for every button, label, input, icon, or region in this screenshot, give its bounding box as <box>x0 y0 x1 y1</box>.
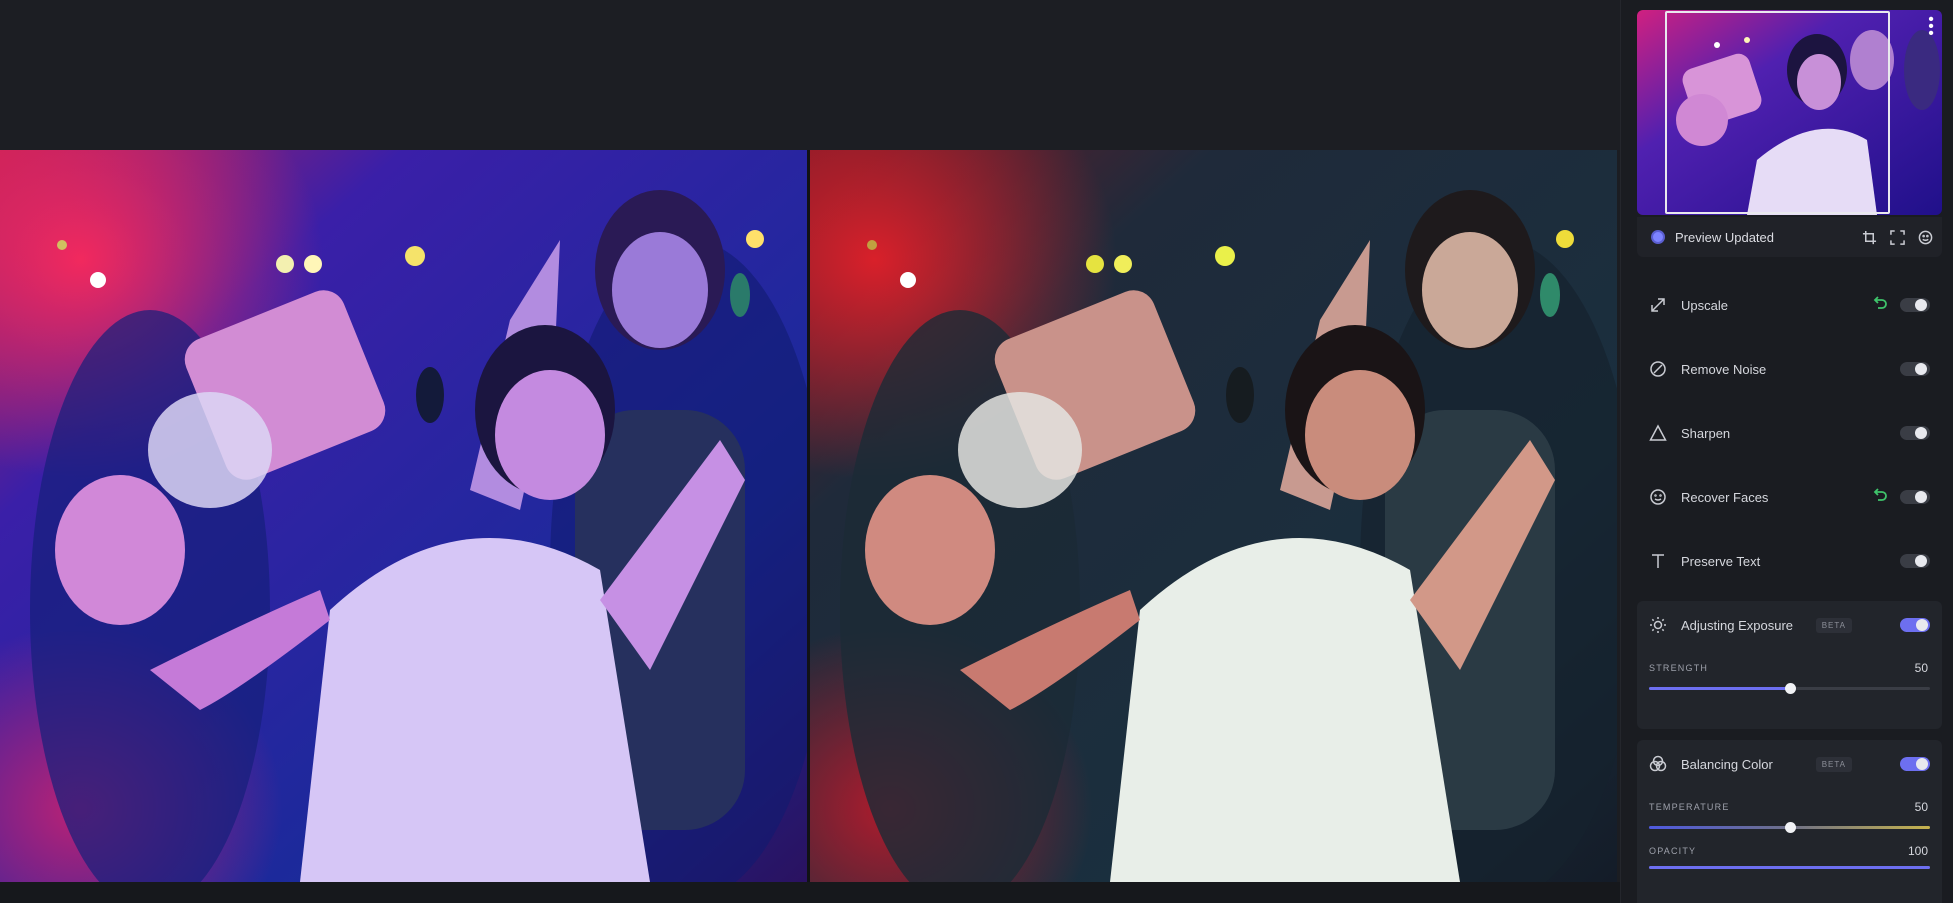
feature-row-recover-faces[interactable]: Recover Faces <box>1637 473 1942 521</box>
toggle-sharpen[interactable] <box>1900 426 1930 440</box>
strength-value: 50 <box>1914 661 1928 675</box>
strength-slider[interactable] <box>1649 683 1930 694</box>
navigator-thumbnail[interactable]: • • • <box>1637 10 1942 215</box>
exposure-beta-badge: BETA <box>1815 617 1852 633</box>
after-photo <box>810 150 1617 882</box>
strength-slider-block: STRENGTH 50 <box>1637 649 1942 705</box>
workspace <box>0 0 1620 903</box>
color-circles-icon <box>1647 753 1669 775</box>
strength-slider-thumb[interactable] <box>1784 683 1796 694</box>
color-header[interactable]: Balancing Color BETA <box>1637 740 1942 788</box>
face-icon <box>1647 486 1669 508</box>
feature-row-preserve-text[interactable]: Preserve Text <box>1637 537 1942 585</box>
color-label: Balancing Color <box>1681 756 1773 772</box>
temperature-slider-block: TEMPERATURE 50 <box>1637 788 1942 844</box>
toggle-upscale[interactable] <box>1900 298 1930 312</box>
reset-recover-faces-icon[interactable] <box>1872 488 1890 506</box>
exposure-label: Adjusting Exposure <box>1681 617 1794 633</box>
more-vertical-icon[interactable]: • • • <box>1926 12 1936 42</box>
preview-status-icon <box>1651 230 1665 244</box>
upscale-arrows-icon <box>1647 294 1669 316</box>
opacity-slider-fill <box>1649 866 1930 869</box>
strength-label: STRENGTH <box>1649 663 1709 673</box>
bottom-status-area <box>0 882 1620 903</box>
exposure-header[interactable]: Adjusting Exposure BETA <box>1637 601 1942 649</box>
temperature-value: 50 <box>1914 800 1928 814</box>
feature-label-recover-faces: Recover Faces <box>1681 489 1769 505</box>
before-image-pane[interactable] <box>0 150 807 882</box>
preview-status-bar: Preview Updated <box>1637 217 1942 257</box>
feature-label-upscale: Upscale <box>1681 297 1728 313</box>
top-toolbar-area <box>0 0 1620 150</box>
opacity-value: 100 <box>1907 844 1928 858</box>
temperature-label: TEMPERATURE <box>1649 802 1730 812</box>
strength-slider-fill <box>1649 687 1790 690</box>
before-photo <box>0 150 807 882</box>
reset-upscale-icon[interactable] <box>1872 296 1890 314</box>
adjustments-panel: • • • Preview Updated Upscale Remove Noise <box>1620 0 1953 903</box>
fullscreen-icon[interactable] <box>1886 226 1908 248</box>
feature-label-remove-noise: Remove Noise <box>1681 361 1767 377</box>
toggle-recover-faces[interactable] <box>1900 490 1930 504</box>
toggle-preserve-text[interactable] <box>1900 554 1930 568</box>
temperature-slider[interactable] <box>1649 822 1930 833</box>
text-icon <box>1647 550 1669 572</box>
feature-row-remove-noise[interactable]: Remove Noise <box>1637 345 1942 393</box>
feature-label-preserve-text: Preserve Text <box>1681 553 1761 569</box>
compare-icon[interactable] <box>1914 226 1936 248</box>
exposure-card: Adjusting Exposure BETA STRENGTH 50 <box>1637 601 1942 729</box>
feature-label-sharpen: Sharpen <box>1681 425 1731 441</box>
color-card: Balancing Color BETA TEMPERATURE 50 OPAC… <box>1637 740 1942 903</box>
opacity-slider-block: OPACITY 100 <box>1637 844 1942 884</box>
toggle-color[interactable] <box>1900 757 1930 771</box>
temperature-slider-thumb[interactable] <box>1784 822 1796 833</box>
crop-icon[interactable] <box>1858 226 1880 248</box>
viewport-frame[interactable] <box>1665 11 1890 214</box>
toggle-exposure[interactable] <box>1900 618 1930 632</box>
after-image-pane[interactable] <box>810 150 1617 882</box>
opacity-slider[interactable] <box>1649 866 1930 869</box>
preview-status-label: Preview Updated <box>1675 229 1774 245</box>
sharpen-triangle-icon <box>1647 422 1669 444</box>
opacity-label: OPACITY <box>1649 846 1697 856</box>
feature-row-sharpen[interactable]: Sharpen <box>1637 409 1942 457</box>
color-beta-badge: BETA <box>1815 756 1852 772</box>
feature-row-upscale[interactable]: Upscale <box>1637 281 1942 329</box>
toggle-remove-noise[interactable] <box>1900 362 1930 376</box>
remove-noise-icon <box>1647 358 1669 380</box>
sun-icon <box>1647 614 1669 636</box>
